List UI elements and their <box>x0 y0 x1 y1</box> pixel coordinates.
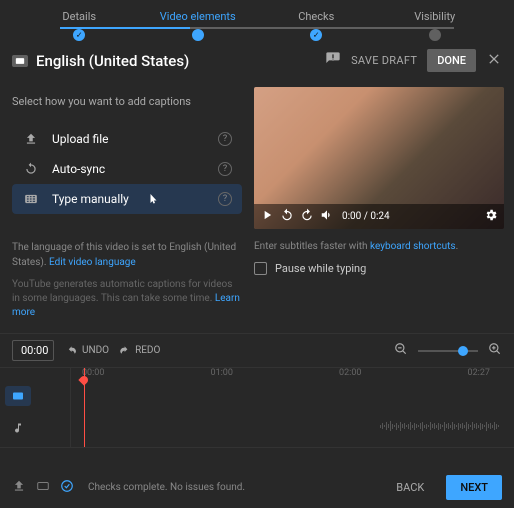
dialog-title: English (United States) <box>36 52 325 70</box>
audio-track-icon[interactable] <box>5 418 31 438</box>
upload-status-icon <box>12 479 26 496</box>
playhead[interactable] <box>84 368 85 447</box>
keyboard-icon <box>22 192 40 206</box>
step-dot-icon <box>429 29 441 41</box>
zoom-controls <box>394 342 502 359</box>
dialog-footer: Checks complete. No issues found. BACK N… <box>0 467 514 508</box>
video-controls: 0:00 / 0:24 <box>254 204 504 229</box>
step-checks[interactable]: Checks <box>257 10 376 41</box>
undo-button[interactable]: UNDO <box>66 345 109 357</box>
check-circle-icon <box>60 479 74 496</box>
keyboard-shortcuts-note: Enter subtitles faster with keyboard sho… <box>254 241 504 252</box>
settings-icon[interactable] <box>484 208 498 225</box>
help-icon[interactable]: ? <box>218 162 232 176</box>
timeline-controls: 00:00 UNDO REDO <box>0 333 514 368</box>
pause-while-typing-label: Pause while typing <box>275 262 366 275</box>
upload-icon <box>22 132 40 146</box>
next-button[interactable]: NEXT <box>446 475 502 500</box>
skip-back-icon[interactable] <box>280 208 294 225</box>
caption-method-panel: Select how you want to add captions Uplo… <box>12 81 242 333</box>
step-dot-icon <box>73 29 85 41</box>
feedback-icon[interactable] <box>325 51 341 70</box>
help-icon[interactable]: ? <box>218 192 232 206</box>
captions-track-icon[interactable] <box>5 386 31 406</box>
preview-panel: 0:00 / 0:24 Enter subtitles faster with … <box>254 81 504 333</box>
video-preview[interactable]: 0:00 / 0:24 <box>254 87 504 229</box>
redo-button[interactable]: REDO <box>119 345 160 357</box>
volume-icon[interactable] <box>320 208 334 225</box>
zoom-slider[interactable] <box>418 350 478 352</box>
pause-while-typing-checkbox[interactable] <box>254 262 267 275</box>
option-upload-file[interactable]: Upload file ? <box>12 124 242 154</box>
step-dot-icon <box>310 29 322 41</box>
sd-icon <box>36 479 50 496</box>
timeline-ruler: 00:00 01:00 02:00 02:27 <box>70 368 502 378</box>
done-button[interactable]: DONE <box>427 49 476 72</box>
pointer-cursor-icon <box>147 193 159 205</box>
edit-video-language-link[interactable]: Edit video language <box>49 257 136 268</box>
skip-forward-icon[interactable] <box>300 208 314 225</box>
timeline[interactable]: 00:00 01:00 02:00 02:27 <box>0 368 514 448</box>
auto-sync-icon <box>22 162 40 176</box>
wizard-stepper: Details Video elements Checks Visibility <box>0 0 514 41</box>
dialog-header: English (United States) SAVE DRAFT DONE <box>0 41 514 81</box>
step-dot-icon <box>192 29 204 41</box>
subtitles-icon <box>12 55 28 67</box>
waveform <box>380 420 502 432</box>
help-icon[interactable]: ? <box>218 132 232 146</box>
close-icon[interactable] <box>486 51 502 70</box>
language-note: The language of this video is set to Eng… <box>12 240 242 270</box>
step-visibility[interactable]: Visibility <box>376 10 495 41</box>
zoom-out-icon[interactable] <box>394 342 408 359</box>
option-auto-sync[interactable]: Auto-sync ? <box>12 154 242 184</box>
keyboard-shortcuts-link[interactable]: keyboard shortcuts <box>370 241 456 252</box>
save-draft-button[interactable]: SAVE DRAFT <box>351 54 417 67</box>
video-time: 0:00 / 0:24 <box>342 211 478 222</box>
option-type-manually[interactable]: Type manually ? <box>12 184 242 214</box>
zoom-in-icon[interactable] <box>488 342 502 359</box>
auto-captions-note: YouTube generates automatic captions for… <box>12 278 242 320</box>
timestamp-input[interactable]: 00:00 <box>12 340 54 361</box>
step-video-elements[interactable]: Video elements <box>139 10 258 41</box>
back-button[interactable]: BACK <box>384 475 436 500</box>
play-icon[interactable] <box>260 208 274 225</box>
checks-status: Checks complete. No issues found. <box>88 482 374 493</box>
step-details[interactable]: Details <box>20 10 139 41</box>
caption-prompt: Select how you want to add captions <box>12 95 242 108</box>
